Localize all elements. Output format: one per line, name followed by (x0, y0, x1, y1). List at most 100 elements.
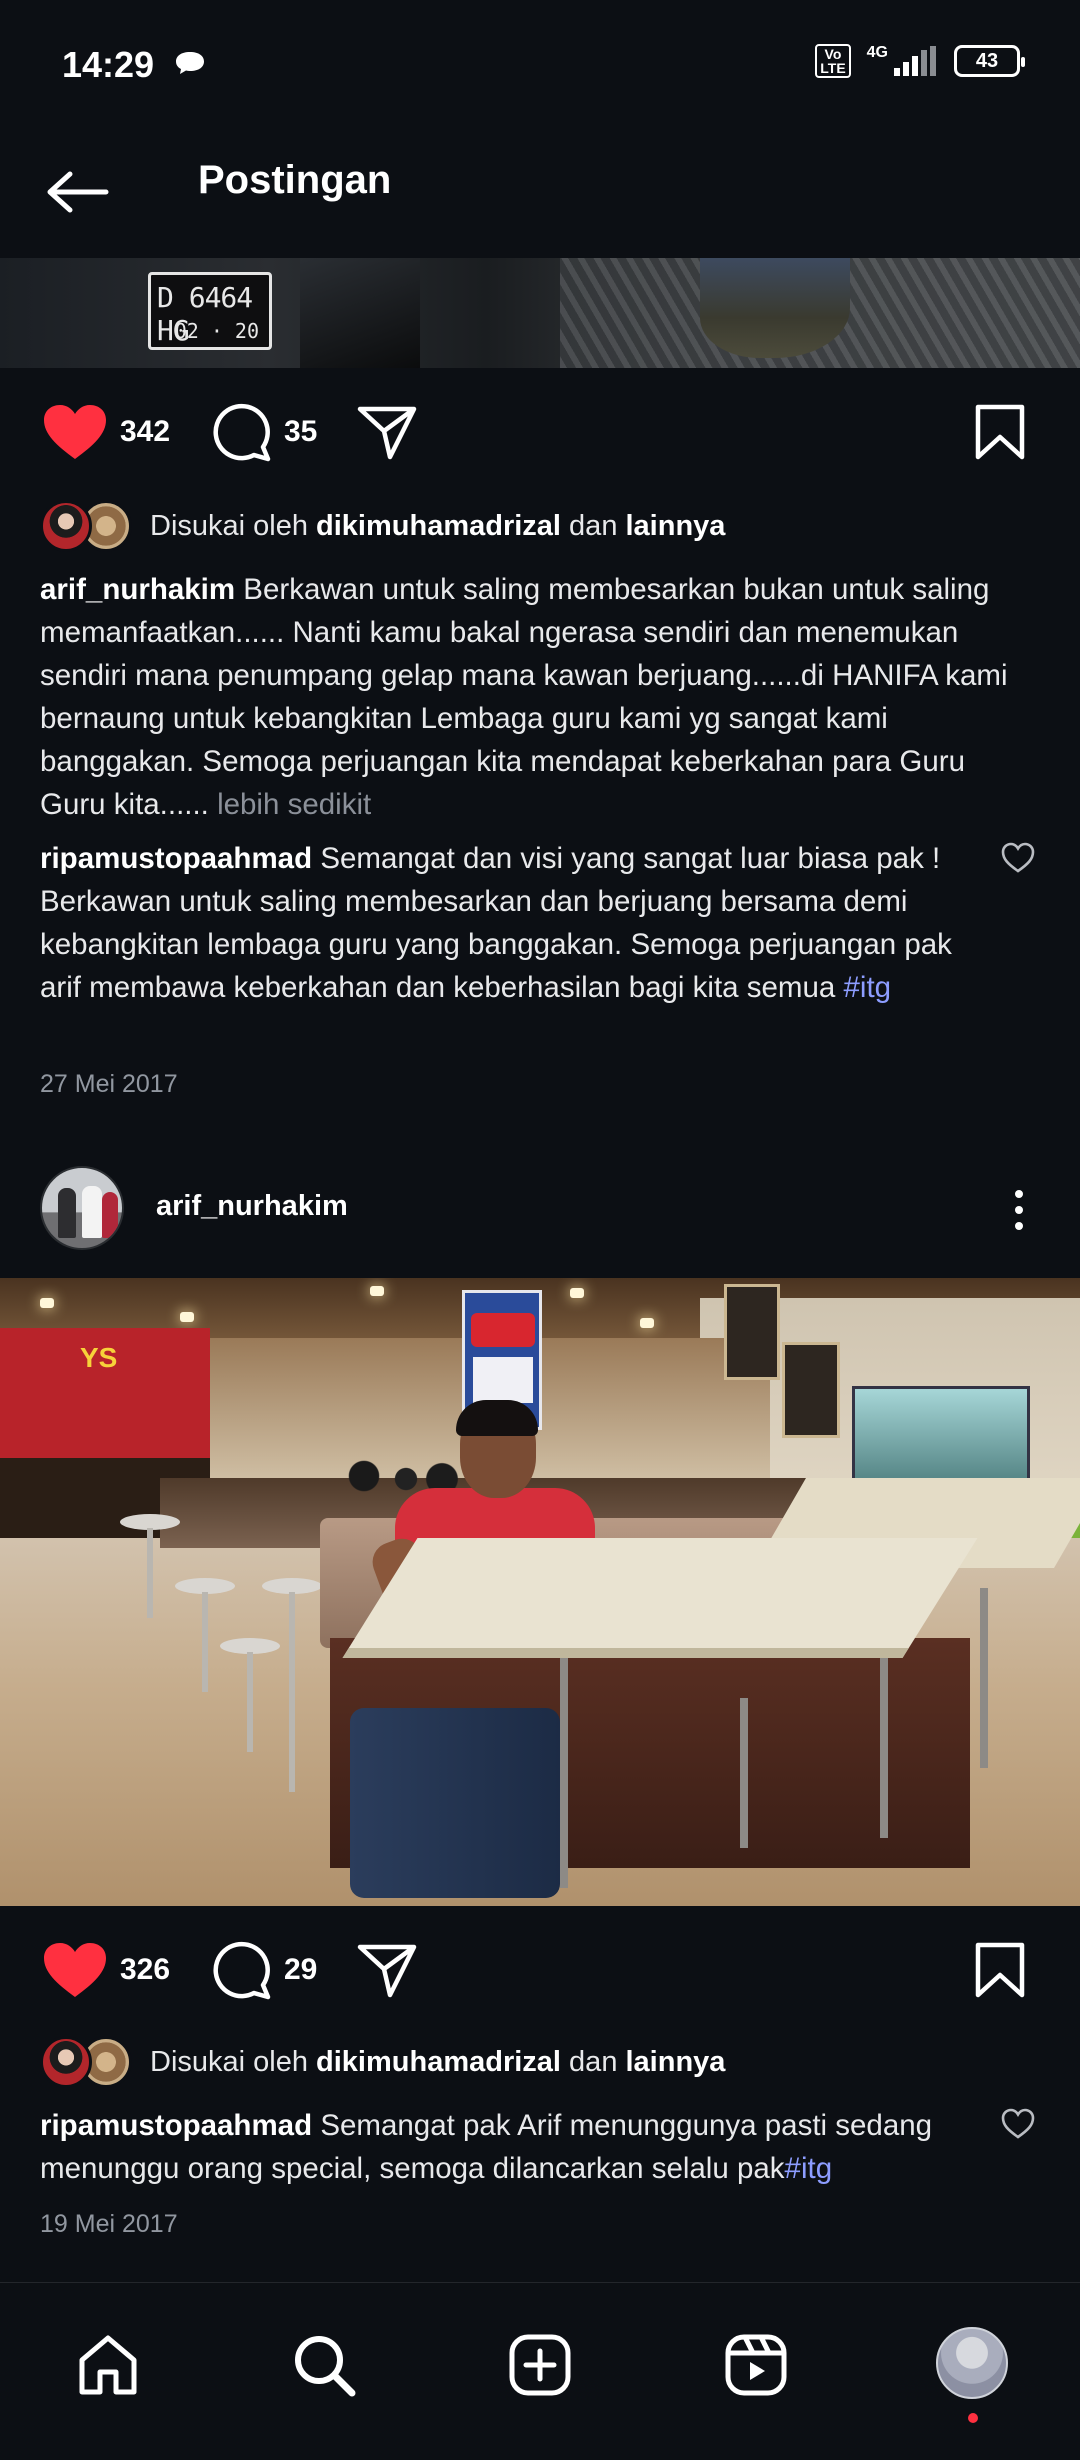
bookmark-icon (975, 1942, 1025, 1998)
comment-icon (213, 403, 271, 462)
chalk-board (782, 1342, 840, 1438)
battery-icon: 43 (954, 45, 1025, 77)
back-button[interactable] (40, 154, 116, 230)
show-less-link[interactable]: lebih sedikit (217, 788, 371, 821)
plate-expiry: 02 · 20 (174, 319, 259, 343)
liker-avatars (40, 500, 136, 552)
bar-stool-leg (147, 1528, 153, 1618)
status-time: 14:29 (62, 44, 155, 85)
reels-icon (725, 2334, 787, 2396)
wifi-banner-logo (471, 1313, 535, 1347)
volte-icon: Vo LTE (815, 44, 851, 78)
liked-by-prefix: Disukai oleh (150, 2045, 317, 2078)
home-icon (79, 2335, 137, 2395)
send-icon (357, 406, 417, 460)
liked-by-others[interactable]: lainnya (626, 510, 726, 542)
comment-item: ripamustopaahmad Semangat dan visi yang … (40, 837, 970, 1009)
car-shape (300, 258, 420, 368)
bookmark-icon (975, 404, 1025, 460)
nav-reels[interactable] (716, 2325, 796, 2405)
liked-by-and: dan (561, 509, 626, 542)
table-leg (560, 1658, 568, 1888)
avatar (40, 500, 92, 552)
send-icon (357, 1944, 417, 1998)
person-hair (456, 1400, 538, 1436)
heart-filled-icon (44, 1943, 106, 1997)
avatar (40, 2036, 92, 2088)
save-button[interactable] (970, 1940, 1030, 2000)
page-title: Postingan (198, 158, 392, 202)
post-photo-cropped[interactable]: D 6464 HG 02 · 20 (0, 258, 1080, 368)
comment-like-icon[interactable] (1000, 2106, 1036, 2142)
bar-stool-leg (247, 1652, 253, 1752)
liked-by-user[interactable]: dikimuhamadrizal (316, 2046, 561, 2078)
comment-like-icon[interactable] (1000, 840, 1036, 876)
post-photo[interactable]: YS (0, 1278, 1080, 1906)
hashtag-link[interactable]: #itg (785, 2152, 833, 2185)
liked-by-and: dan (561, 2045, 626, 2078)
network-type: 4G (866, 44, 888, 61)
app-header: Postingan (0, 130, 1080, 258)
comment-button[interactable]: 35 (210, 402, 317, 462)
avatar-figure (58, 1188, 76, 1238)
comment-username[interactable]: ripamustopaahmad (40, 2109, 312, 2142)
share-button[interactable] (356, 1940, 418, 2000)
post-date: 19 Mei 2017 (40, 2210, 178, 2238)
liked-by-row[interactable]: Disukai oleh dikimuhamadrizal dan lainny… (40, 2034, 725, 2090)
liked-by-user[interactable]: dikimuhamadrizal (316, 510, 561, 542)
avatar-figure (82, 1186, 102, 1238)
post-date: 27 Mei 2017 (40, 1070, 178, 1098)
bar-stool-leg (289, 1592, 295, 1792)
ceiling-light (370, 1286, 384, 1296)
comment-button[interactable]: 29 (210, 1940, 317, 2000)
post-caption: arif_nurhakim Berkawan untuk saling memb… (40, 568, 1030, 826)
status-bar: 14:29 Vo LTE 4G 43 (0, 0, 1080, 130)
avatar[interactable] (40, 1166, 124, 1250)
ceiling-light (640, 1318, 654, 1328)
liked-by-text: Disukai oleh dikimuhamadrizal dan lainny… (150, 2046, 725, 2079)
comment-username[interactable]: ripamustopaahmad (40, 842, 312, 875)
ceiling-light (40, 1298, 54, 1308)
post-header: arif_nurhakim (0, 1160, 1080, 1260)
liked-by-row[interactable]: Disukai oleh dikimuhamadrizal dan lainny… (40, 498, 725, 554)
like-count: 342 (120, 415, 171, 448)
bottom-navigation (0, 2282, 1080, 2460)
message-notification-icon (176, 52, 204, 74)
liked-by-text: Disukai oleh dikimuhamadrizal dan lainny… (150, 510, 725, 543)
ceiling-light (570, 1288, 584, 1298)
post-username[interactable]: arif_nurhakim (156, 1190, 348, 1223)
nav-create[interactable] (500, 2325, 580, 2405)
avatar-figure (102, 1192, 118, 1238)
chalk-board (724, 1284, 780, 1380)
comment-count: 35 (284, 415, 318, 448)
share-button[interactable] (356, 402, 418, 462)
foot-shape (700, 258, 850, 358)
liked-by-prefix: Disukai oleh (150, 509, 317, 542)
notification-dot (968, 2413, 978, 2423)
like-count: 326 (120, 1953, 171, 1986)
person-legs (350, 1708, 560, 1898)
comment-icon (213, 1941, 271, 2000)
search-icon (295, 2336, 356, 2397)
comment-count: 29 (284, 1953, 318, 1986)
more-options-icon[interactable] (1004, 1182, 1034, 1238)
table-leg (980, 1588, 988, 1768)
ceiling-light (180, 1312, 194, 1322)
bar-stool-leg (202, 1592, 208, 1692)
like-button[interactable]: 342 (42, 402, 170, 462)
shop-sign-text: YS (80, 1342, 118, 1373)
signal-icon (894, 46, 936, 76)
save-button[interactable] (970, 402, 1030, 462)
status-indicators: Vo LTE 4G 43 (815, 44, 1025, 78)
liker-avatars (40, 2036, 136, 2088)
liked-by-others[interactable]: lainnya (626, 2046, 726, 2078)
photo-shop-sign: YS (0, 1328, 210, 1458)
like-button[interactable]: 326 (42, 1940, 170, 2000)
profile-avatar[interactable] (936, 2327, 1008, 2399)
nav-search[interactable] (284, 2325, 364, 2405)
caption-username[interactable]: arif_nurhakim (40, 573, 235, 606)
hashtag-link[interactable]: #itg (844, 971, 892, 1004)
back-arrow-icon (47, 171, 109, 213)
nav-home[interactable] (68, 2325, 148, 2405)
post-action-row: 326 29 (0, 1922, 1080, 2018)
